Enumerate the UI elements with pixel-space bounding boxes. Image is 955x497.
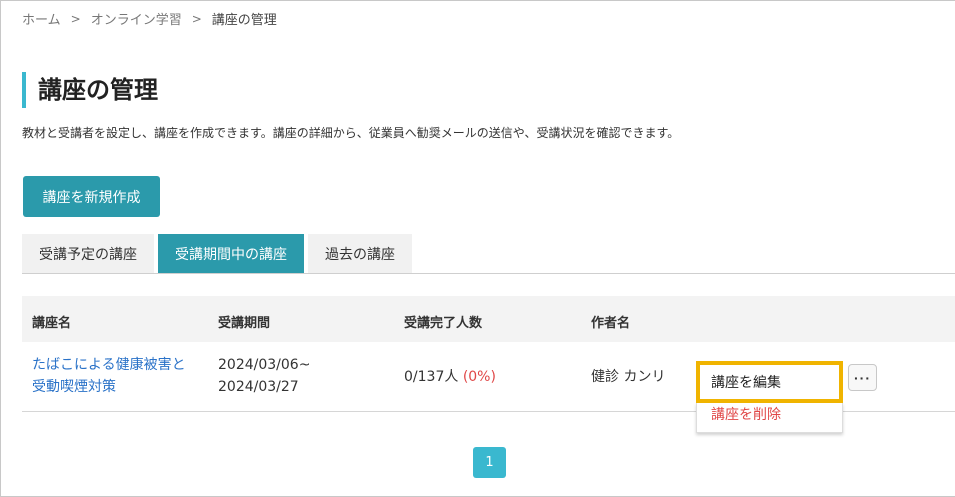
course-name-line1[interactable]: たばこによる健康被害と	[32, 354, 186, 376]
completed-fraction: 0/137人	[404, 369, 459, 385]
page-description: 教材と受講者を設定し、講座を作成できます。講座の詳細から、従業員へ勧奨メールの送…	[22, 126, 680, 140]
header-author: 作者名	[591, 316, 631, 331]
more-options-button[interactable]: ···	[848, 364, 877, 391]
edit-course-label: 講座を編集	[711, 375, 781, 391]
breadcrumb: ホーム > オンライン学習 > 講座の管理	[22, 9, 277, 29]
author-name: 健診 カンリ	[591, 369, 666, 385]
ellipsis-icon: ···	[854, 369, 871, 386]
header-period: 受講期間	[218, 316, 271, 331]
tabs-divider	[22, 273, 955, 274]
completed-percent: (0%)	[462, 369, 496, 385]
tab-past[interactable]: 過去の講座	[308, 234, 412, 274]
breadcrumb-learning[interactable]: オンライン学習	[91, 9, 182, 28]
course-period: 2024/03/06~ 2024/03/27	[218, 354, 310, 398]
completed-count: 0/137人 (0%)	[404, 366, 496, 388]
course-name-line2[interactable]: 受動喫煙対策	[32, 376, 186, 398]
tab-upcoming[interactable]: 受講予定の講座	[22, 234, 154, 274]
pagination-page-1[interactable]: 1	[473, 447, 506, 478]
header-completed: 受講完了人数	[404, 316, 483, 331]
breadcrumb-current: 講座の管理	[211, 13, 277, 28]
chevron-right-icon: >	[191, 11, 202, 26]
course-name-link[interactable]: たばこによる健康被害と 受動喫煙対策	[32, 354, 186, 398]
page-title: 講座の管理	[22, 72, 158, 108]
course-tabs: 受講予定の講座 受講期間中の講座 過去の講座	[22, 234, 416, 274]
period-start: 2024/03/06~	[218, 357, 311, 373]
edit-course-menu-item[interactable]: 講座を編集	[696, 361, 843, 403]
tab-in-progress[interactable]: 受講期間中の講座	[158, 234, 304, 274]
header-course-name: 講座名	[32, 316, 72, 331]
breadcrumb-home[interactable]: ホーム	[22, 9, 61, 28]
new-course-button[interactable]: 講座を新規作成	[23, 176, 160, 217]
row-action-menu: 講座を削除	[696, 403, 843, 433]
delete-course-menu-item[interactable]: 講座を削除	[711, 404, 781, 424]
table-header: 講座名 受講期間 受講完了人数 作者名	[22, 296, 955, 342]
chevron-right-icon: >	[70, 11, 81, 26]
period-end: 2024/03/27	[218, 379, 299, 395]
